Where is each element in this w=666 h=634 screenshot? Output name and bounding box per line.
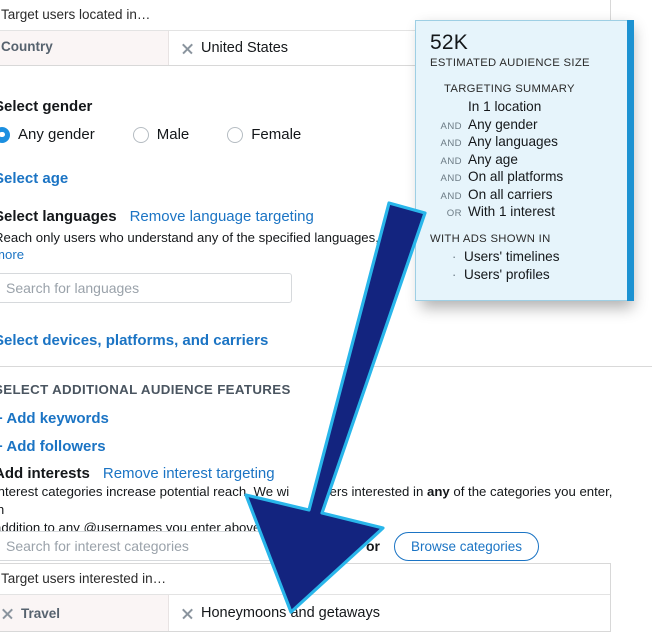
interests-note-bold: any (426, 484, 450, 499)
gender-option-male[interactable]: Male (132, 126, 190, 143)
summary-line: AND Any gender (430, 117, 615, 132)
add-followers-row: + Add followers (0, 438, 106, 456)
summary-line: OR With 1 interest (430, 204, 615, 219)
summary-value: In 1 location (468, 99, 542, 115)
summary-line: AND On all platforms (430, 169, 615, 184)
interest-search-placeholder: Search for interest categories (6, 538, 189, 554)
ads-shown-line: · Users' profiles (452, 267, 615, 282)
ad-audience-targeting-screen: Target users located in… Country United … (0, 0, 666, 634)
interest-category-cell: Travel (0, 595, 169, 631)
gender-option-any[interactable]: Any gender (0, 126, 95, 143)
add-keywords-row: + Add keywords (0, 410, 109, 428)
location-row-value: United States (201, 40, 289, 56)
gender-title: Select gender (0, 98, 93, 115)
remove-interest-targeting-link[interactable]: Remove interest targeting (103, 465, 275, 482)
summary-line: In 1 location (430, 99, 615, 114)
ads-shown-in-title: WITH ADS SHOWN IN (430, 233, 551, 246)
gender-option-female[interactable]: Female (227, 126, 301, 143)
gender-option-female-label: Female (251, 126, 302, 143)
location-row-key: Country (0, 31, 169, 65)
summary-value: On all platforms (468, 169, 564, 185)
summary-conjunction: OR (446, 208, 462, 220)
gender-option-male-label: Male (156, 126, 190, 143)
radio-any-gender-icon[interactable] (0, 126, 10, 143)
interests-note: Interest categories increase potential r… (0, 483, 614, 536)
add-interests-title: Add interests (0, 465, 90, 482)
languages-heading-row: Select languages Remove language targeti… (0, 208, 416, 225)
devices-section: Select devices, platforms, and carriers (0, 332, 268, 350)
summary-conjunction: AND (440, 120, 462, 132)
remove-language-targeting-link[interactable]: Remove language targeting (130, 208, 314, 225)
gender-option-any-label: Any gender (18, 126, 95, 143)
radio-female-icon[interactable] (227, 126, 244, 143)
estimated-audience-caption: ESTIMATED AUDIENCE SIZE (430, 57, 590, 70)
section-divider (0, 366, 652, 367)
summary-line: AND Any languages (430, 134, 615, 149)
gender-section: Select gender Any gender Male Female (0, 98, 301, 143)
interest-search-row: Search for interest categories or Browse… (0, 531, 539, 561)
add-followers-link[interactable]: + Add followers (0, 438, 106, 455)
add-keywords-link[interactable]: + Add keywords (0, 410, 109, 427)
age-section: Select age (0, 170, 68, 188)
select-devices-platforms-carriers-link[interactable]: Select devices, platforms, and carriers (0, 332, 268, 349)
languages-title: Select languages (0, 208, 117, 225)
summary-value: With 1 interest (468, 204, 555, 220)
or-label: or (365, 538, 380, 554)
interests-table: Target users interested in… Travel Honey… (0, 563, 611, 632)
remove-country-icon[interactable] (181, 42, 194, 55)
gender-radio-group: Any gender Male Female (0, 126, 301, 143)
summary-value: Any age (468, 151, 518, 167)
summary-conjunction: AND (440, 155, 462, 167)
interests-note-mid: ers interested in (329, 484, 427, 499)
summary-value: Any gender (468, 116, 538, 132)
estimated-audience-count: 52K (430, 31, 468, 54)
radio-male-icon[interactable] (132, 126, 149, 143)
interests-note-pre: Interest categories increase potential r… (0, 484, 290, 499)
ads-shown-value: Users' timelines (464, 249, 560, 265)
summary-value: Any languages (468, 134, 558, 150)
language-search-input[interactable]: Search for languages (0, 273, 292, 303)
ads-shown-value: Users' profiles (464, 266, 550, 282)
bullet-dot-icon: · (452, 249, 457, 265)
estimated-audience-panel: 52K ESTIMATED AUDIENCE SIZE TARGETING SU… (415, 20, 634, 302)
remove-interest-icon[interactable] (181, 607, 194, 620)
browse-categories-button[interactable]: Browse categories (393, 531, 539, 561)
summary-conjunction: AND (440, 173, 462, 185)
interest-value-label: Honeymoons and getaways (201, 605, 380, 621)
summary-line: AND Any age (430, 152, 615, 167)
ads-shown-line: · Users' timelines (452, 249, 615, 264)
languages-section: Select languages Remove language targeti… (0, 208, 416, 262)
interest-category-label: Travel (21, 605, 61, 621)
language-search-placeholder: Search for languages (6, 280, 140, 296)
summary-conjunction: AND (440, 138, 462, 150)
interests-heading-row: Add interests Remove interest targeting (0, 465, 275, 482)
additional-features-title: SELECT ADDITIONAL AUDIENCE FEATURES (0, 382, 291, 397)
interests-table-header: Target users interested in… (0, 564, 610, 595)
select-age-link[interactable]: Select age (0, 170, 68, 187)
languages-note-more-link[interactable]: more (0, 247, 416, 262)
targeting-summary-title: TARGETING SUMMARY (444, 83, 575, 96)
remove-interest-category-icon[interactable] (1, 607, 14, 620)
interest-search-input[interactable]: Search for interest categories (0, 531, 348, 561)
table-row: Travel Honeymoons and getaways (0, 595, 610, 631)
summary-line: AND On all carriers (430, 187, 615, 202)
bullet-dot-icon: · (452, 266, 457, 282)
summary-value: On all carriers (468, 186, 553, 202)
summary-conjunction: AND (440, 190, 462, 202)
languages-note: Reach only users who understand any of t… (0, 230, 416, 245)
interest-value-cell: Honeymoons and getaways (169, 595, 610, 631)
